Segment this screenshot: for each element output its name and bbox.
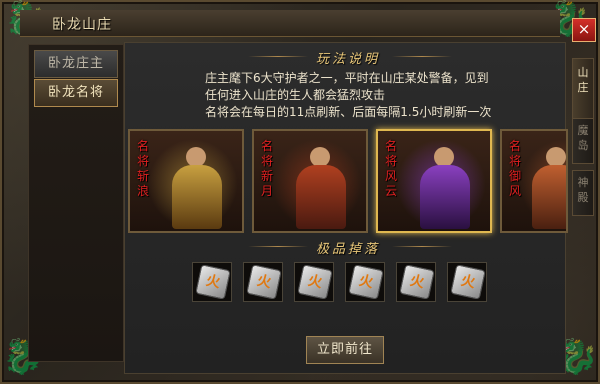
general-card[interactable]: 名将御风 (500, 129, 568, 233)
rune-glyph: 火 (255, 272, 273, 292)
rune-stone-icon: 火 (348, 264, 384, 300)
side-tab-villa[interactable]: 山庄 (572, 58, 594, 122)
rune-stone-icon: 火 (399, 264, 435, 300)
portrait-armor (172, 165, 222, 229)
ornament-divider (392, 56, 452, 57)
drop-item-slot[interactable]: 火 (192, 262, 232, 302)
general-portrait-icon (528, 147, 566, 229)
general-portrait-icon (416, 147, 474, 229)
general-portrait-icon (292, 147, 350, 229)
window-title: 卧龙山庄 (52, 17, 112, 33)
general-name: 名将新月 (260, 139, 273, 198)
drops-title: 极品掉落 (316, 242, 381, 257)
portrait-head (434, 147, 454, 167)
rules-line-3: 名将会在每日的11点刷新、后面每隔1.5小时刷新一次 (205, 105, 492, 119)
drop-item-slot[interactable]: 火 (243, 262, 283, 302)
drop-item-slot[interactable]: 火 (345, 262, 385, 302)
rune-glyph: 火 (408, 272, 426, 292)
nav-item-lord[interactable]: 卧龙庄主 (34, 50, 118, 78)
portrait-armor (420, 165, 470, 229)
portrait-head (310, 147, 330, 167)
general-name: 名将风云 (384, 139, 397, 198)
rune-stone-icon: 火 (450, 264, 486, 300)
drop-item-slot[interactable]: 火 (447, 262, 487, 302)
rune-glyph: 火 (204, 272, 222, 292)
drop-item-slot[interactable]: 火 (294, 262, 334, 302)
general-portrait-icon (168, 147, 226, 229)
rules-line-1: 庄主麾下6大守护者之一，平时在山庄某处警备，见到 (205, 71, 489, 85)
portrait-armor (532, 165, 566, 229)
ornament-divider (248, 56, 308, 57)
portrait-armor (296, 165, 346, 229)
general-card[interactable]: 名将斩浪 (128, 129, 244, 233)
rules-line-2: 任何进入山庄的生人都会猛烈攻击 (205, 88, 386, 102)
close-button[interactable]: × (572, 18, 596, 42)
rules-title: 玩法说明 (316, 52, 381, 67)
rune-stone-icon: 火 (246, 264, 282, 300)
rune-stone-icon: 火 (195, 264, 231, 300)
rune-glyph: 火 (306, 272, 324, 292)
rune-glyph: 火 (459, 272, 477, 292)
general-name: 名将斩浪 (136, 139, 149, 198)
general-name: 名将御风 (508, 139, 521, 198)
side-tab-temple[interactable]: 神殿 (572, 170, 594, 216)
nav-item-generals[interactable]: 卧龙名将 (34, 79, 118, 107)
portrait-head (546, 147, 566, 167)
general-card-selected[interactable]: 名将风云 (376, 129, 492, 233)
side-tab-demon-island[interactable]: 魔岛 (572, 118, 594, 164)
ornament-divider (248, 246, 308, 247)
portrait-head (186, 147, 206, 167)
drop-item-slot[interactable]: 火 (396, 262, 436, 302)
ornament-divider (392, 246, 452, 247)
go-now-button[interactable]: 立即前往 (306, 336, 384, 364)
rune-stone-icon: 火 (297, 264, 333, 300)
general-card[interactable]: 名将新月 (252, 129, 368, 233)
rune-glyph: 火 (357, 272, 375, 292)
